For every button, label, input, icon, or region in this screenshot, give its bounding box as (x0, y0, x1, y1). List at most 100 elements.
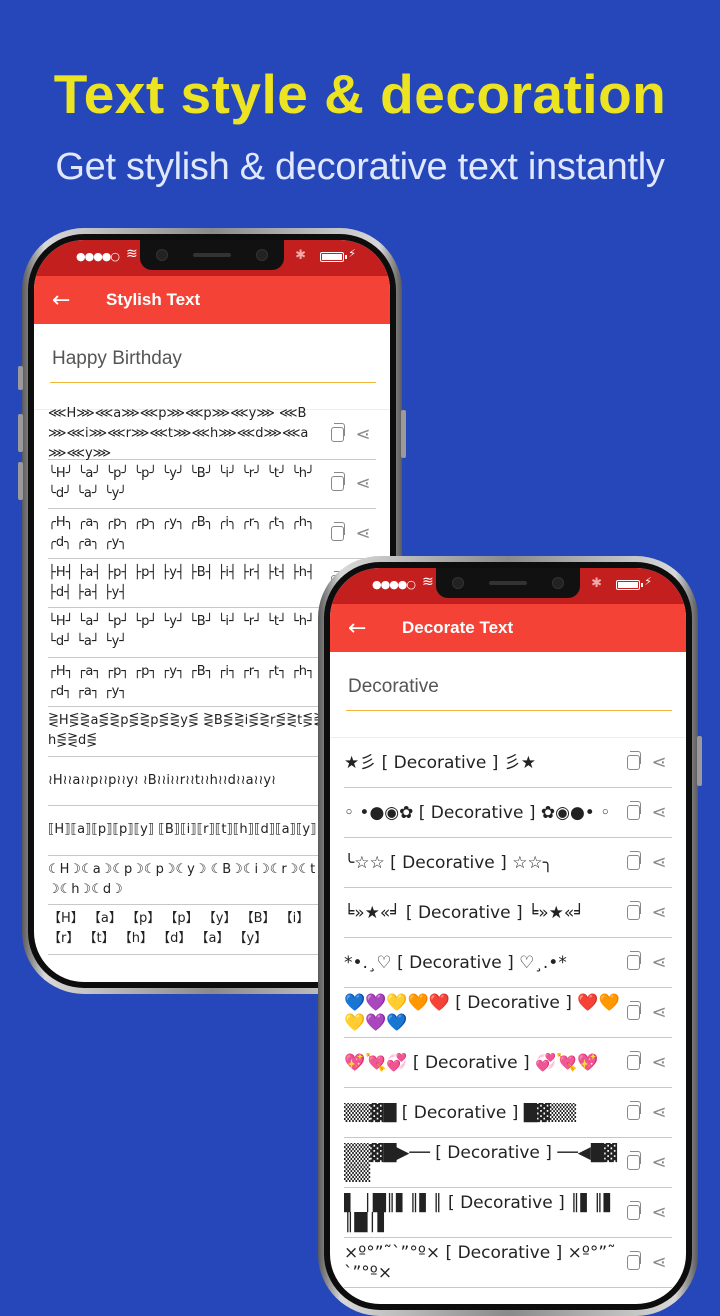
styled-text: ╰H╯ ╰a╯ ╰p╯ ╰p╯ ╰y╯ ╰B╯ ╰i╯ ╰r╯ ╰t╯ ╰h╯ … (48, 465, 320, 501)
share-icon: ⋖ (651, 1152, 667, 1173)
list-item[interactable]: ▌ │█║▌║▌║ [ Decorative ] ║▌║▌║█│▌ ⋖ (344, 1188, 672, 1238)
copy-button[interactable] (324, 422, 350, 442)
list-item[interactable]: ▒▒▓█▶── [ Decorative ] ──◀█▓▒▒ ⋖ (344, 1138, 672, 1188)
styled-text: ▒▒▓█ [ Decorative ] █▓▒▒ (344, 1102, 577, 1123)
charging-icon: ⚡ (348, 247, 356, 260)
text-input-container (330, 652, 686, 738)
battery-icon (320, 252, 347, 262)
styled-text: ▒▒▓█▶── [ Decorative ] ──◀█▓▒▒ (344, 1142, 618, 1183)
styled-text: ⋘H⋙⋘a⋙⋘p⋙⋘p⋙⋘y⋙ ⋘B⋙⋘i⋙⋘r⋙⋘t⋙⋘h⋙⋘d⋙⋘a⋙⋘y⋙ (48, 406, 309, 462)
styled-text: 💖💘💞 [ Decorative ] 💞💘💖 (344, 1052, 599, 1073)
list-item[interactable]: 💖💘💞 [ Decorative ] 💞💘💖 ⋖ (344, 1038, 672, 1088)
promo-headline: Text style & decoration (53, 63, 667, 125)
list-item[interactable]: 💙💜💛🧡❤️ [ Decorative ] ❤️🧡💛💜💙 ⋖ (344, 988, 672, 1038)
decorate-screen: ●●●●○ ≋ ✱ ⚡ ← Decorate Text ★彡 [ Decorat… (330, 568, 686, 1304)
styled-text: ┌H┐ ┌a┐ ┌p┐ ┌p┐ ┌y┐ ┌B┐ ┌i┐ ┌r┐ ┌t┐ ┌h┐ … (48, 663, 320, 699)
share-button[interactable]: ⋖ (646, 1152, 672, 1173)
copy-button[interactable] (620, 951, 646, 970)
copy-icon (626, 1001, 641, 1020)
copy-button[interactable] (620, 1251, 646, 1270)
list-item[interactable]: ╘»★«╛ [ Decorative ] ╘»★«╛ ⋖ (344, 888, 672, 938)
share-icon: ⋖ (651, 902, 667, 923)
share-button[interactable]: ⋖ (646, 1052, 672, 1073)
copy-button[interactable] (620, 751, 646, 770)
list-item[interactable]: *•.¸♡ [ Decorative ] ♡¸.•* ⋖ (344, 938, 672, 988)
text-input[interactable] (50, 348, 376, 383)
share-button[interactable]: ⋖ (646, 952, 672, 973)
share-button[interactable]: ⋖ (350, 523, 376, 544)
styled-text: ╰☆☆ [ Decorative ] ☆☆╮ (344, 852, 553, 873)
share-button[interactable]: ⋖ (646, 1202, 672, 1223)
bluetooth-icon: ✱ (295, 248, 306, 263)
copy-button[interactable] (620, 1001, 646, 1020)
sensor-icon (256, 249, 268, 261)
styled-text: └H┘ └a┘ └p┘ └p┘ └y┘ └B┘ └i┘ └r┘ └t┘ └h┘ … (48, 614, 320, 650)
copy-button[interactable] (324, 521, 350, 541)
promo-subheadline: Get stylish & decorative text instantly (55, 146, 665, 188)
copy-button[interactable] (620, 851, 646, 870)
copy-icon (626, 1251, 641, 1270)
decorate-text-list[interactable]: ★彡 [ Decorative ] 彡★ ⋖ ◦ •●◉✿ [ Decorative… (330, 738, 686, 1288)
text-input-container (34, 324, 390, 410)
battery-icon (616, 580, 643, 590)
share-button[interactable]: ⋖ (646, 852, 672, 873)
share-icon: ⋖ (651, 802, 667, 823)
speaker-grille (193, 253, 231, 257)
signal-icon: ●●●●○ (76, 250, 120, 263)
share-icon: ⋖ (651, 1252, 667, 1273)
share-icon: ⋖ (651, 852, 667, 873)
list-item[interactable]: ╭H╮ ╭a╮ ╭p╮ ╭p╮ ╭y╮ ╭B╮ ╭i╮ ╭r╮ ╭t╮ ╭h╮ … (48, 509, 376, 559)
share-button[interactable]: ⋖ (646, 1102, 672, 1123)
camera-icon (156, 249, 168, 261)
text-input[interactable] (346, 676, 672, 711)
styled-text: ├H┤ ├a┤ ├p┤ ├p┤ ├y┤ ├B┤ ├i┤ ├r┤ ├t┤ ├h┤ … (48, 564, 320, 600)
list-item[interactable]: ╰☆☆ [ Decorative ] ☆☆╮ ⋖ (344, 838, 672, 888)
copy-icon (626, 801, 641, 820)
list-item[interactable]: ▒▒▓█ [ Decorative ] █▓▒▒ ⋖ (344, 1088, 672, 1138)
list-item[interactable]: ◦ •●◉✿ [ Decorative ] ✿◉●• ◦ ⋖ (344, 788, 672, 838)
wifi-icon: ≋ (126, 246, 138, 262)
copy-icon (626, 901, 641, 920)
share-button[interactable]: ⋖ (646, 1252, 672, 1273)
list-item[interactable]: ×º°”˜`”°º× [ Decorative ] ×º°”˜`”°º× ⋖ (344, 1238, 672, 1288)
speaker-grille (489, 581, 527, 585)
notch (436, 568, 580, 598)
back-arrow-icon[interactable]: ← (34, 288, 84, 313)
copy-button[interactable] (620, 1051, 646, 1070)
list-item[interactable]: ╰H╯ ╰a╯ ╰p╯ ╰p╯ ╰y╯ ╰B╯ ╰i╯ ╰r╯ ╰t╯ ╰h╯ … (48, 460, 376, 509)
copy-button[interactable] (620, 901, 646, 920)
app-bar: ← Decorate Text (330, 604, 686, 652)
phone-decorate-text: ●●●●○ ≋ ✱ ⚡ ← Decorate Text ★彡 [ Decorat… (318, 556, 702, 1316)
copy-button[interactable] (620, 801, 646, 820)
list-item[interactable]: ★彡 [ Decorative ] 彡★ ⋖ (344, 738, 672, 788)
back-arrow-icon[interactable]: ← (330, 616, 380, 641)
phone-mute-switch (18, 366, 23, 390)
styled-text: ≀H≀≀a≀≀p≀≀p≀≀y≀ ≀B≀≀i≀≀r≀≀t≀≀h≀≀d≀≀a≀≀y≀ (48, 772, 276, 788)
copy-button[interactable] (620, 1151, 646, 1170)
app-bar: ← Stylish Text (34, 276, 390, 324)
share-button[interactable]: ⋖ (646, 802, 672, 823)
copy-button[interactable] (620, 1101, 646, 1120)
camera-icon (452, 577, 464, 589)
copy-button[interactable] (324, 472, 350, 492)
share-button[interactable]: ⋖ (646, 902, 672, 923)
bluetooth-icon: ✱ (591, 576, 602, 591)
styled-text: ×º°”˜`”°º× [ Decorative ] ×º°”˜`”°º× (344, 1242, 616, 1283)
styled-text: ☾H☽☾a☽☾p☽☾p☽☾y☽ ☾B☽☾i☽☾r☽☾t☽☾h☽☾d☽ (48, 861, 316, 897)
share-icon: ⋖ (651, 1202, 667, 1223)
copy-icon (626, 1101, 641, 1120)
phone-volume-down (18, 462, 23, 500)
copy-icon (330, 521, 345, 541)
screen-title: Stylish Text (106, 290, 201, 309)
copy-button[interactable] (620, 1201, 646, 1220)
styled-text: ⟦H⟧⟦a⟧⟦p⟧⟦p⟧⟦y⟧ ⟦B⟧⟦i⟧⟦r⟧⟦t⟧⟦h⟧⟦d⟧⟦a⟧⟦y⟧ (48, 822, 317, 838)
share-button[interactable]: ⋖ (646, 1002, 672, 1023)
list-item[interactable]: ⋘H⋙⋘a⋙⋘p⋙⋘p⋙⋘y⋙ ⋘B⋙⋘i⋙⋘r⋙⋘t⋙⋘h⋙⋘d⋙⋘a⋙⋘y⋙… (48, 406, 376, 461)
copy-icon (626, 951, 641, 970)
sensor-icon (552, 577, 564, 589)
styled-text: ⋛H⋚⋛a⋚⋛p⋚⋛p⋚⋛y⋚ ⋛B⋚⋛i⋚⋛r⋚⋛t⋚⋛h⋚⋛d⋚ (48, 713, 324, 749)
share-button[interactable]: ⋖ (646, 752, 672, 773)
share-button[interactable]: ⋖ (350, 473, 376, 494)
styled-text: 【H】 【a】 【p】 【p】 【y】 【B】 【i】 【r】 【t】 【h】 … (48, 911, 314, 947)
share-button[interactable]: ⋖ (350, 424, 376, 445)
